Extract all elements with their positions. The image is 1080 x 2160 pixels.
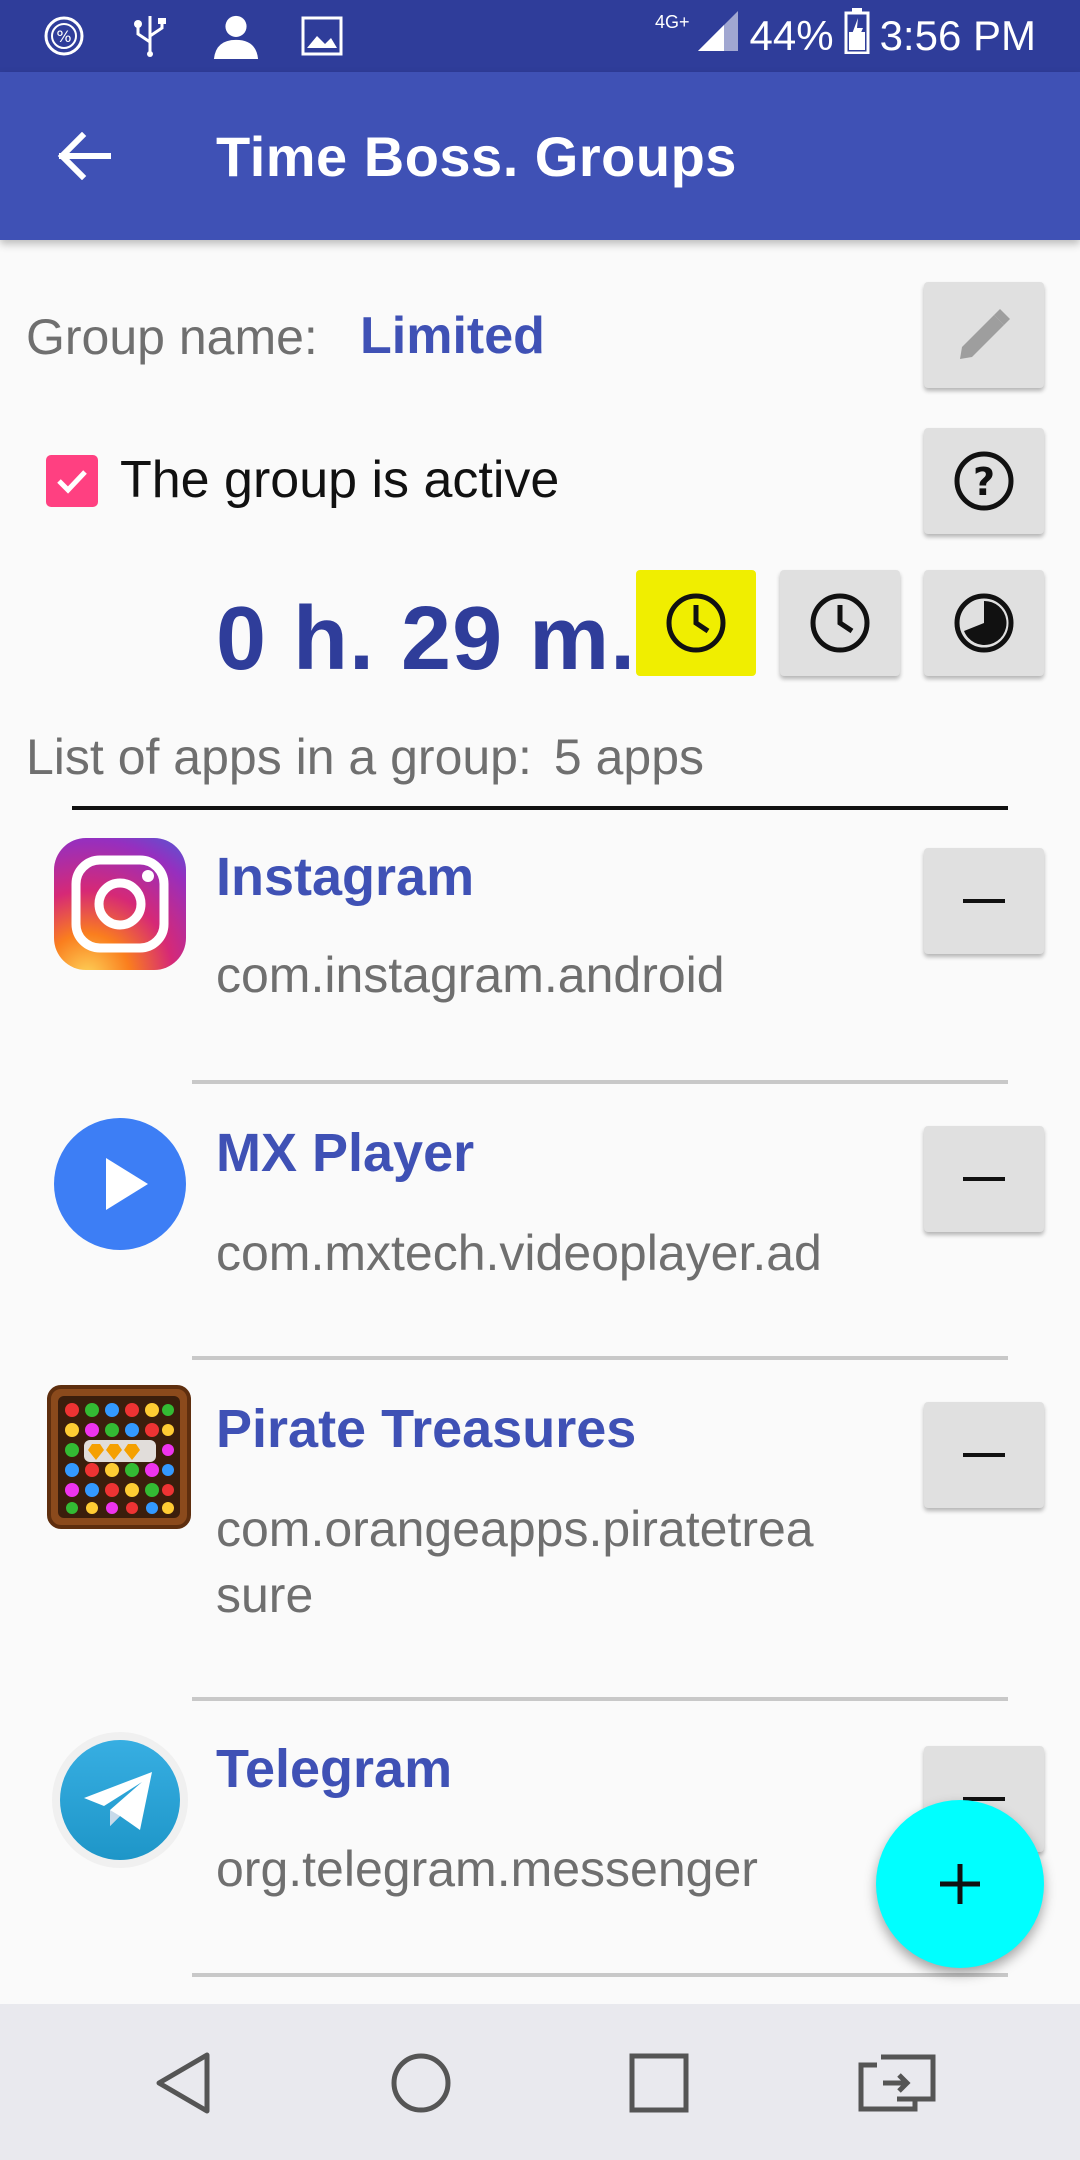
help-icon: ? [954,451,1014,511]
add-app-button[interactable] [876,1800,1044,1968]
help-button[interactable]: ? [924,428,1044,534]
remove-app-button[interactable] [924,1126,1044,1232]
pie-timer-icon [954,593,1014,653]
item-separator [192,1697,1008,1701]
group-active-row: The group is active [0,420,1080,540]
app-package: org.telegram.messenger [216,1841,758,1897]
svg-text:%: % [56,27,71,46]
arrow-left-icon [57,132,111,180]
system-nav-bar [0,2004,1080,2160]
remove-app-button[interactable] [924,1402,1044,1508]
item-separator [192,1080,1008,1084]
apps-list-header: List of apps in a group: 5 apps [26,728,704,786]
minus-icon [963,1453,1005,1457]
group-name-label: Group name: [26,309,318,365]
minus-icon [963,1177,1005,1181]
app-package: com.mxtech.videoplayer.ad [216,1225,822,1281]
app-name: MX Player [216,1123,475,1183]
svg-text:?: ? [973,460,995,504]
clock-icon [666,593,726,653]
list-item[interactable]: MX Player com.mxtech.videoplayer.ad [0,1104,1080,1360]
pirate-treasures-icon [46,1384,192,1530]
item-separator [192,1356,1008,1360]
triangle-back-icon [156,2052,210,2114]
instagram-icon [50,834,190,974]
mx-player-icon [50,1114,190,1254]
swap-window-icon [858,2054,936,2112]
image-icon [298,12,346,60]
time-limit-value: 0 h. 29 m. [216,589,637,689]
usage-stats-button[interactable] [924,570,1044,676]
status-bar: % 4G+ 44% 3:56 PM [0,0,1080,72]
app-bar: Time Boss. Groups [0,72,1080,240]
clock-time: 3:56 PM [879,12,1036,59]
app-package: com.instagram.android [216,947,725,1003]
list-divider [72,806,1008,810]
square-recents-icon [629,2053,689,2113]
signal-icon [696,9,740,63]
list-item[interactable]: Pirate Treasures com.orangeapps.piratetr… [0,1380,1080,1698]
circle-home-icon [391,2053,451,2113]
apps-list-label: List of apps in a group: [26,729,532,785]
battery-icon [844,8,870,64]
apps-count: 5 apps [553,729,705,785]
nav-recents-button[interactable] [614,2038,704,2128]
battery-percent: 44% [749,12,834,59]
app-name: Telegram [216,1739,453,1799]
telegram-icon [50,1730,190,1870]
nav-back-button[interactable] [138,2038,228,2128]
group-name-row: Group name: Limited [0,270,1080,390]
network-type: 4G+ [654,11,690,32]
back-button[interactable] [24,96,144,216]
app-package: com.orangeapps.piratetrea sure [216,1501,814,1623]
person-icon [212,12,260,60]
usb-icon [126,12,174,60]
pencil-icon [960,309,1010,359]
group-active-label: The group is active [120,451,560,509]
remove-app-button[interactable] [924,848,1044,954]
nav-switch-button[interactable] [852,2038,942,2128]
schedule-button[interactable] [780,570,900,676]
percent-circle-icon: % [40,12,88,60]
app-name: Pirate Treasures [216,1399,637,1459]
edit-group-name-button[interactable] [924,282,1044,388]
minus-icon [963,899,1005,903]
group-active-checkbox[interactable] [46,455,98,507]
group-name-value: Limited [360,307,545,365]
plus-icon [940,1864,980,1904]
list-item[interactable]: Instagram com.instagram.android [0,826,1080,1086]
clock-icon [810,593,870,653]
app-name: Instagram [216,847,475,907]
item-separator [192,1973,1008,1977]
nav-home-button[interactable] [376,2038,466,2128]
check-icon [57,470,87,494]
time-limit-button[interactable] [636,570,756,676]
page-title: Time Boss. Groups [216,124,737,188]
